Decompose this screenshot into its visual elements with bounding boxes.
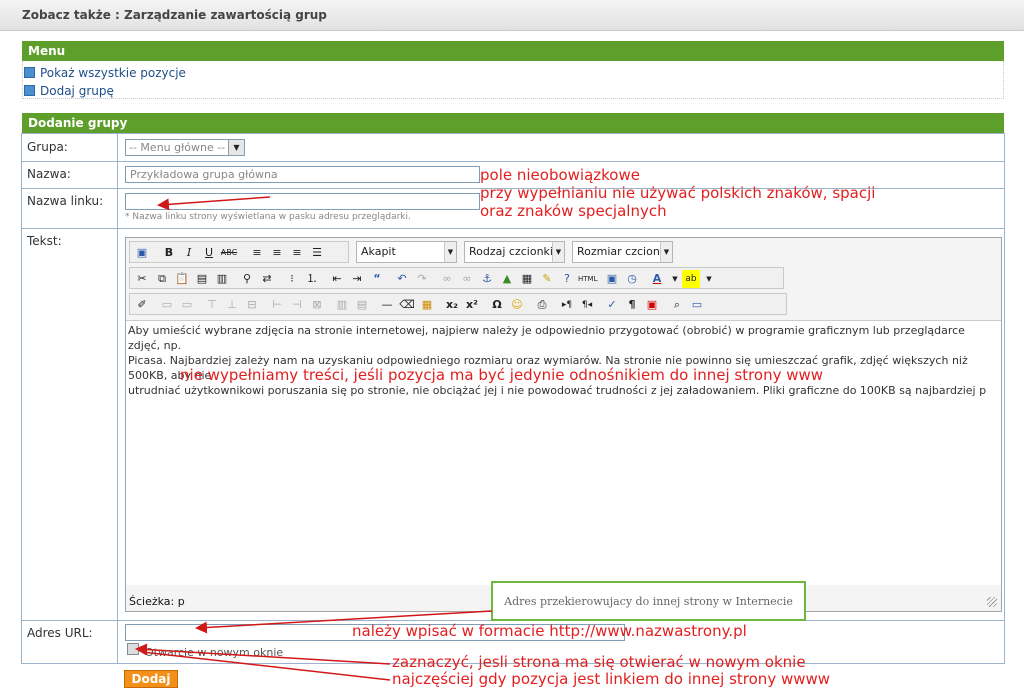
annotation-arrows — [135, 196, 493, 681]
arrow-to-adres-url — [195, 610, 493, 634]
arrow-to-nazwa-linku — [157, 196, 271, 211]
